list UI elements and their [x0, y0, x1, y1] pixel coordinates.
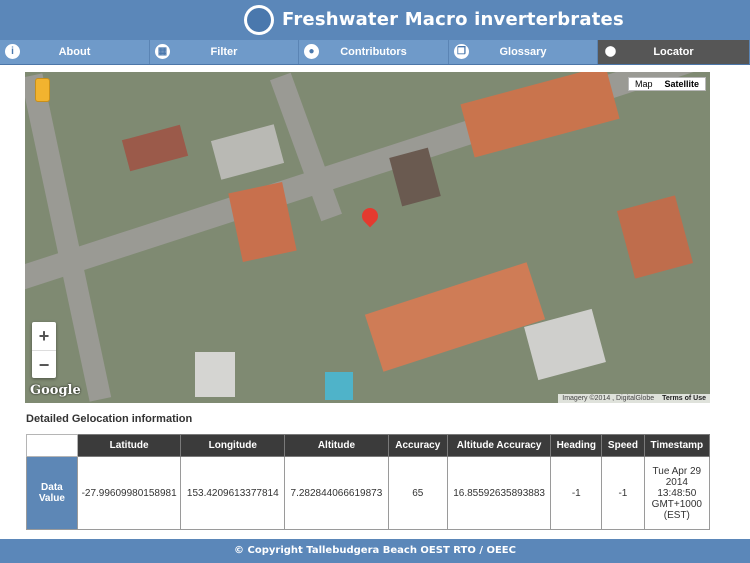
app-title: Freshwater Macro inverterbrates	[282, 9, 624, 30]
tab-glossary-label: Glossary	[499, 46, 547, 58]
map-building	[195, 352, 235, 397]
map-type-control: Map Satellite	[627, 77, 706, 91]
table-corner-cell	[26, 434, 78, 457]
grid-icon: ▦	[155, 44, 170, 59]
map-building	[364, 262, 546, 372]
zoom-control: + −	[32, 322, 56, 378]
geolocation-table: Latitude Longitude Altitude Accuracy Alt…	[26, 434, 711, 530]
nav-bar: i About ▦ Filter ● Contributors ❒ Glossa…	[0, 40, 750, 65]
column-header: Altitude	[284, 434, 389, 457]
satellite-map[interactable]: Map Satellite + − Google Imagery ©2014 ,…	[25, 72, 710, 403]
zoom-in-button[interactable]: +	[32, 322, 56, 351]
map-type-map-button[interactable]: Map	[629, 78, 659, 90]
terms-of-use-link[interactable]: Terms of Use	[662, 395, 706, 402]
geolocation-title: Detailed Gelocation information	[26, 413, 193, 425]
footer: © Copyright Tallebudgera Beach OEST RTO …	[0, 539, 750, 563]
tab-about[interactable]: i About	[0, 40, 150, 64]
google-logo: Google	[30, 383, 81, 398]
map-building	[121, 124, 189, 172]
tab-locator[interactable]: ⬤ Locator	[598, 40, 750, 64]
longitude-value: 153.4209613377814	[180, 456, 286, 530]
timestamp-value: Tue Apr 29 2014 13:48:50 GMT+1000 (EST)	[643, 456, 711, 530]
tab-glossary[interactable]: ❒ Glossary	[449, 40, 598, 64]
tab-contributors[interactable]: ● Contributors	[299, 40, 449, 64]
tab-about-label: About	[58, 46, 91, 58]
zoom-out-button[interactable]: −	[32, 351, 56, 379]
table-header-row: Latitude Longitude Altitude Accuracy Alt…	[26, 434, 711, 457]
speed-value: -1	[601, 456, 645, 530]
info-icon: i	[5, 44, 20, 59]
row-label: Data Value	[26, 456, 78, 530]
tab-filter-label: Filter	[210, 46, 238, 58]
table-row: Data Value -27.99609980158981 153.420961…	[26, 456, 711, 530]
location-marker-icon[interactable]	[358, 204, 382, 228]
map-type-satellite-button[interactable]: Satellite	[658, 78, 705, 90]
map-building	[460, 72, 620, 158]
altitude-value: 7.282844066619873	[284, 456, 389, 530]
tab-filter[interactable]: ▦ Filter	[150, 40, 299, 64]
accuracy-value: 65	[387, 456, 448, 530]
heading-value: -1	[550, 456, 603, 530]
altitude-accuracy-value: 16.85592635893883	[446, 456, 552, 530]
column-header: Longitude	[180, 434, 286, 457]
pegman-icon[interactable]	[35, 78, 50, 102]
tab-locator-label: Locator	[653, 46, 694, 58]
map-building	[210, 124, 285, 180]
location-pin-icon: ⬤	[604, 46, 617, 57]
book-icon: ❒	[454, 44, 469, 59]
map-attribution: Imagery ©2014 , DigitalGlobe Terms of Us…	[558, 394, 710, 403]
map-building	[616, 195, 694, 279]
column-header: Speed	[601, 434, 645, 457]
column-header: Altitude Accuracy	[446, 434, 552, 457]
tab-contributors-label: Contributors	[340, 46, 407, 58]
people-icon: ●	[304, 44, 319, 59]
map-pool	[325, 372, 353, 400]
column-header: Accuracy	[387, 434, 448, 457]
column-header: Heading	[550, 434, 603, 457]
column-header: Latitude	[76, 434, 182, 457]
column-header: Timestamp	[643, 434, 711, 457]
bug-logo-icon	[244, 5, 274, 35]
latitude-value: -27.99609980158981	[76, 456, 182, 530]
app-header: Freshwater Macro inverterbrates	[0, 0, 750, 40]
imagery-credit: Imagery ©2014 , DigitalGlobe	[562, 395, 655, 402]
